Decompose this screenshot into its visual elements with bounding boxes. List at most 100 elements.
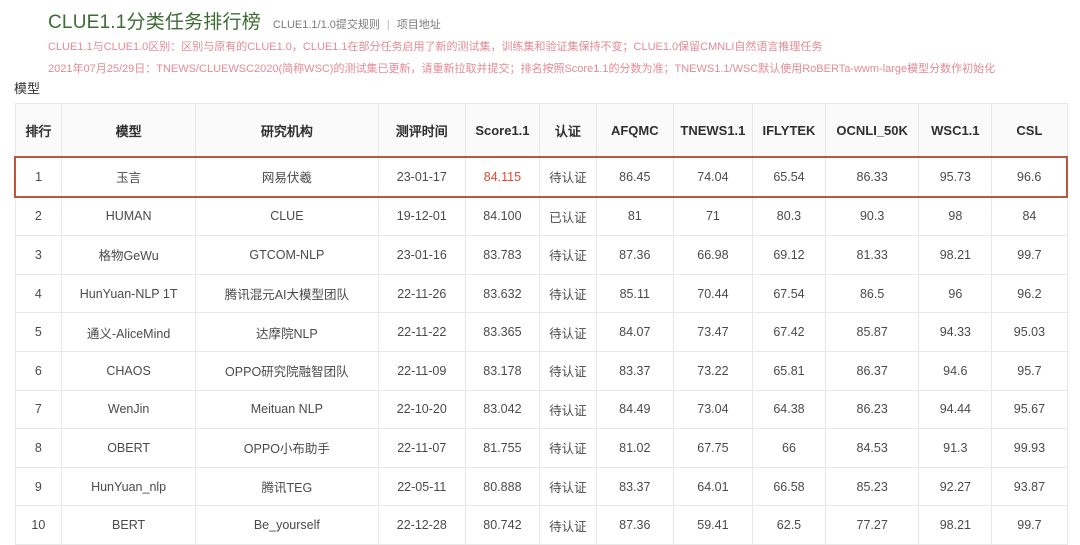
cell-model[interactable]: HunYuan-NLP 1T bbox=[61, 273, 197, 314]
cell-rank: 8 bbox=[14, 428, 63, 468]
cell-iflytek: 66.58 bbox=[751, 466, 826, 507]
cell-institution: GTCOM-NLP bbox=[195, 235, 379, 275]
cell-wsc: 94.44 bbox=[918, 389, 993, 430]
cell-wsc: 92.27 bbox=[918, 466, 993, 507]
column-header-institution[interactable]: 研究机构 bbox=[195, 103, 379, 158]
table-row[interactable]: 7 WenJin Meituan NLP 22-10-20 83.042 待认证 84.49… bbox=[14, 389, 1068, 430]
header-links: CLUE1.1/1.0提交规则 | 项目地址 bbox=[273, 16, 441, 32]
table-row[interactable]: 6 CHAOS OPPO研究院融智团队 22-11-09 83.178 待认证 83.37 7… bbox=[14, 350, 1068, 391]
cell-institution: OPPO小布助手 bbox=[195, 428, 379, 468]
cell-rank: 7 bbox=[14, 389, 63, 430]
column-header-ocnli[interactable]: OCNLI_50K bbox=[824, 103, 920, 158]
side-label-model: 模型 bbox=[14, 81, 41, 96]
table-header: 排行 模型 研究机构 测评时间 Score1.1 认证 AFQMC TNEWS1… bbox=[14, 103, 1068, 158]
cell-afqmc: 86.45 bbox=[595, 156, 674, 198]
cell-model[interactable]: WenJin bbox=[61, 389, 197, 430]
cell-date: 22-11-22 bbox=[377, 312, 466, 352]
cell-score: 83.632 bbox=[464, 273, 540, 314]
cell-wsc: 98.21 bbox=[918, 235, 993, 275]
column-header-rank[interactable]: 排行 bbox=[14, 103, 63, 158]
cell-csl: 96.6 bbox=[991, 156, 1069, 198]
cell-csl: 95.03 bbox=[991, 312, 1068, 352]
cell-iflytek: 69.12 bbox=[751, 235, 826, 275]
cell-institution: 腾讯TEG bbox=[195, 466, 379, 507]
cell-model[interactable]: HUMAN bbox=[61, 196, 197, 237]
cell-csl: 99.93 bbox=[991, 428, 1068, 468]
cell-date: 19-12-01 bbox=[377, 196, 466, 237]
page-title: CLUE1.1分类任务排行榜 bbox=[48, 12, 261, 33]
cell-score: 80.888 bbox=[464, 466, 540, 507]
cell-rank: 2 bbox=[14, 196, 63, 237]
cell-tnews: 66.98 bbox=[672, 235, 753, 275]
cell-model[interactable]: HunYuan_nlp bbox=[61, 466, 197, 507]
cell-ocnli: 90.3 bbox=[824, 196, 920, 237]
cell-ocnli: 81.33 bbox=[824, 235, 920, 275]
cell-verify: 待认证 bbox=[538, 428, 597, 468]
cell-tnews: 73.22 bbox=[672, 350, 753, 391]
table-row[interactable]: 3 格物GeWu GTCOM-NLP 23-01-16 83.783 待认证 87.36 66… bbox=[14, 235, 1068, 275]
table-row[interactable]: 5 通义-AliceMind 达摩院NLP 22-11-22 83.365 待认证 84.0… bbox=[14, 312, 1068, 352]
column-header-afqmc[interactable]: AFQMC bbox=[595, 103, 674, 158]
leaderboard-table: 排行 模型 研究机构 测评时间 Score1.1 认证 AFQMC TNEWS1… bbox=[14, 103, 1069, 545]
cell-verify: 待认证 bbox=[538, 273, 597, 314]
cell-tnews: 73.47 bbox=[672, 312, 753, 352]
link-separator: | bbox=[386, 19, 390, 31]
cell-verify: 待认证 bbox=[538, 312, 597, 352]
cell-ocnli: 84.53 bbox=[824, 428, 920, 468]
cell-iflytek: 66 bbox=[751, 428, 826, 468]
cell-ocnli: 86.37 bbox=[824, 350, 920, 391]
cell-tnews: 73.04 bbox=[672, 389, 753, 430]
column-header-model[interactable]: 模型 bbox=[61, 103, 197, 158]
cell-date: 22-11-07 bbox=[377, 428, 466, 468]
column-header-csl[interactable]: CSL bbox=[991, 103, 1068, 158]
cell-model[interactable]: 通义-AliceMind bbox=[61, 312, 197, 352]
cell-institution: 网易伏羲 bbox=[195, 156, 379, 198]
cell-institution: 达摩院NLP bbox=[195, 312, 379, 352]
cell-afqmc: 84.49 bbox=[595, 389, 674, 430]
column-header-tnews[interactable]: TNEWS1.1 bbox=[672, 103, 753, 158]
cell-iflytek: 64.38 bbox=[751, 389, 826, 430]
column-header-iflytek[interactable]: IFLYTEK bbox=[751, 103, 826, 158]
cell-model[interactable]: 玉言 bbox=[61, 156, 197, 198]
cell-verify: 待认证 bbox=[538, 156, 597, 198]
project-address-link[interactable]: 项目地址 bbox=[397, 16, 441, 32]
leaderboard-table-wrapper: 排行 模型 研究机构 测评时间 Score1.1 认证 AFQMC TNEWS1… bbox=[14, 103, 1069, 545]
cell-afqmc: 81 bbox=[595, 196, 674, 237]
page-header: CLUE1.1分类任务排行榜 CLUE1.1/1.0提交规则 | 项目地址 CL… bbox=[0, 0, 1080, 79]
cell-model[interactable]: CHAOS bbox=[61, 350, 197, 391]
cell-wsc: 98 bbox=[918, 196, 993, 237]
cell-rank: 9 bbox=[14, 466, 63, 507]
cell-institution: 腾讯混元AI大模型团队 bbox=[195, 273, 379, 314]
cell-csl: 96.2 bbox=[991, 273, 1068, 314]
cell-ocnli: 85.87 bbox=[824, 312, 920, 352]
cell-iflytek: 65.81 bbox=[751, 350, 826, 391]
cell-model[interactable]: OBERT bbox=[61, 428, 197, 468]
cell-wsc: 94.6 bbox=[918, 350, 993, 391]
column-header-score[interactable]: Score1.1 bbox=[464, 103, 540, 158]
cell-afqmc: 83.37 bbox=[595, 466, 674, 507]
cell-tnews: 67.75 bbox=[672, 428, 753, 468]
table-row[interactable]: 4 HunYuan-NLP 1T 腾讯混元AI大模型团队 22-11-26 83.632… bbox=[14, 273, 1068, 314]
column-header-wsc[interactable]: WSC1.1 bbox=[918, 103, 993, 158]
cell-date: 22-11-09 bbox=[377, 350, 466, 391]
cell-rank: 5 bbox=[14, 312, 63, 352]
column-header-date[interactable]: 测评时间 bbox=[377, 103, 466, 158]
cell-rank: 3 bbox=[14, 235, 63, 275]
cell-tnews: 71 bbox=[672, 196, 753, 237]
cell-score: 83.042 bbox=[464, 389, 540, 430]
cell-score: 84.115 bbox=[464, 156, 540, 198]
cell-institution: Meituan NLP bbox=[195, 389, 379, 430]
cell-model[interactable]: 格物GeWu bbox=[61, 235, 197, 275]
table-row[interactable]: 9 HunYuan_nlp 腾讯TEG 22-05-11 80.888 待认证 83.37 6… bbox=[14, 466, 1068, 507]
table-row[interactable]: 1 玉言 网易伏羲 23-01-17 84.115 待认证 86.45 74.04 65.54 8… bbox=[14, 156, 1069, 198]
table-row[interactable]: 8 OBERT OPPO小布助手 22-11-07 81.755 待认证 81.02 67.7… bbox=[14, 428, 1068, 468]
cell-tnews: 64.01 bbox=[672, 466, 753, 507]
cell-wsc: 95.73 bbox=[918, 156, 993, 198]
column-header-verify[interactable]: 认证 bbox=[538, 103, 597, 158]
notice-line-2: 2021年07月25/29日：TNEWS/CLUEWSC2020(简称WSC)的… bbox=[48, 62, 996, 75]
cell-iflytek: 67.54 bbox=[751, 273, 826, 314]
cell-afqmc: 85.11 bbox=[595, 273, 674, 314]
table-row[interactable]: 2 HUMAN CLUE 19-12-01 84.100 已认证 81 71 80.3 90.3 9… bbox=[14, 196, 1068, 237]
submission-rules-link[interactable]: CLUE1.1/1.0提交规则 bbox=[273, 16, 380, 32]
cell-csl: 95.67 bbox=[991, 389, 1068, 430]
